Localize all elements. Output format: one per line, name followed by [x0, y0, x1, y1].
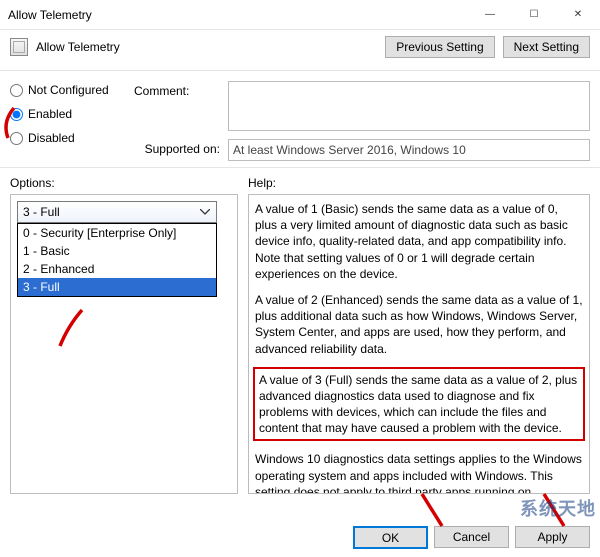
combo-item-selected[interactable]: 3 - Full: [18, 278, 216, 296]
cancel-button[interactable]: Cancel: [434, 526, 509, 548]
combo-item[interactable]: 1 - Basic: [18, 242, 216, 260]
help-label: Help:: [248, 174, 590, 194]
previous-setting-button[interactable]: Previous Setting: [385, 36, 494, 58]
options-label: Options:: [10, 174, 238, 194]
supported-field: [228, 139, 590, 161]
radio-enabled[interactable]: Enabled: [10, 107, 128, 121]
help-text: A value of 2 (Enhanced) sends the same d…: [255, 292, 583, 357]
help-text: A value of 1 (Basic) sends the same data…: [255, 201, 583, 282]
telemetry-level-combo[interactable]: 3 - Full 0 - Security [Enterprise Only] …: [17, 201, 217, 223]
titlebar: Allow Telemetry — ☐ ✕: [0, 0, 600, 30]
config-section: Not Configured Enabled Disabled Comment:…: [0, 71, 600, 168]
help-highlight: A value of 3 (Full) sends the same data …: [253, 367, 585, 442]
radio-not-configured[interactable]: Not Configured: [10, 83, 128, 97]
combo-selected[interactable]: 3 - Full: [17, 201, 217, 223]
radio-not-configured-input[interactable]: [10, 84, 23, 97]
radio-group: Not Configured Enabled Disabled: [10, 81, 128, 161]
minimize-button[interactable]: —: [468, 0, 512, 30]
maximize-button[interactable]: ☐: [512, 0, 556, 30]
help-panel[interactable]: A value of 1 (Basic) sends the same data…: [248, 194, 590, 494]
help-text: A value of 3 (Full) sends the same data …: [259, 373, 577, 436]
combo-item[interactable]: 2 - Enhanced: [18, 260, 216, 278]
comment-textarea[interactable]: [228, 81, 590, 131]
options-panel: 3 - Full 0 - Security [Enterprise Only] …: [10, 194, 238, 494]
page-title: Allow Telemetry: [36, 40, 120, 54]
watermark: 系统天地: [520, 495, 596, 521]
radio-disabled[interactable]: Disabled: [10, 131, 128, 145]
supported-label: Supported on:: [134, 139, 220, 156]
close-button[interactable]: ✕: [556, 0, 600, 30]
ok-button[interactable]: OK: [353, 526, 428, 549]
radio-enabled-input[interactable]: [10, 108, 23, 121]
help-text: Windows 10 diagnostics data settings app…: [255, 451, 583, 494]
combo-item[interactable]: 0 - Security [Enterprise Only]: [18, 224, 216, 242]
dialog-buttons: OK Cancel Apply: [353, 526, 590, 549]
radio-disabled-label: Disabled: [28, 131, 75, 145]
radio-not-configured-label: Not Configured: [28, 83, 109, 97]
apply-button[interactable]: Apply: [515, 526, 590, 548]
comment-label: Comment:: [134, 81, 220, 98]
policy-icon: [10, 38, 28, 56]
chevron-down-icon: [198, 205, 212, 219]
combo-dropdown-list: 0 - Security [Enterprise Only] 1 - Basic…: [17, 223, 217, 297]
next-setting-button[interactable]: Next Setting: [503, 36, 590, 58]
header: Allow Telemetry Previous Setting Next Se…: [0, 30, 600, 71]
details-section: Options: 3 - Full 0 - Security [Enterpri…: [0, 168, 600, 498]
combo-selected-text: 3 - Full: [23, 205, 60, 219]
radio-enabled-label: Enabled: [28, 107, 72, 121]
window-title: Allow Telemetry: [8, 8, 468, 22]
radio-disabled-input[interactable]: [10, 132, 23, 145]
